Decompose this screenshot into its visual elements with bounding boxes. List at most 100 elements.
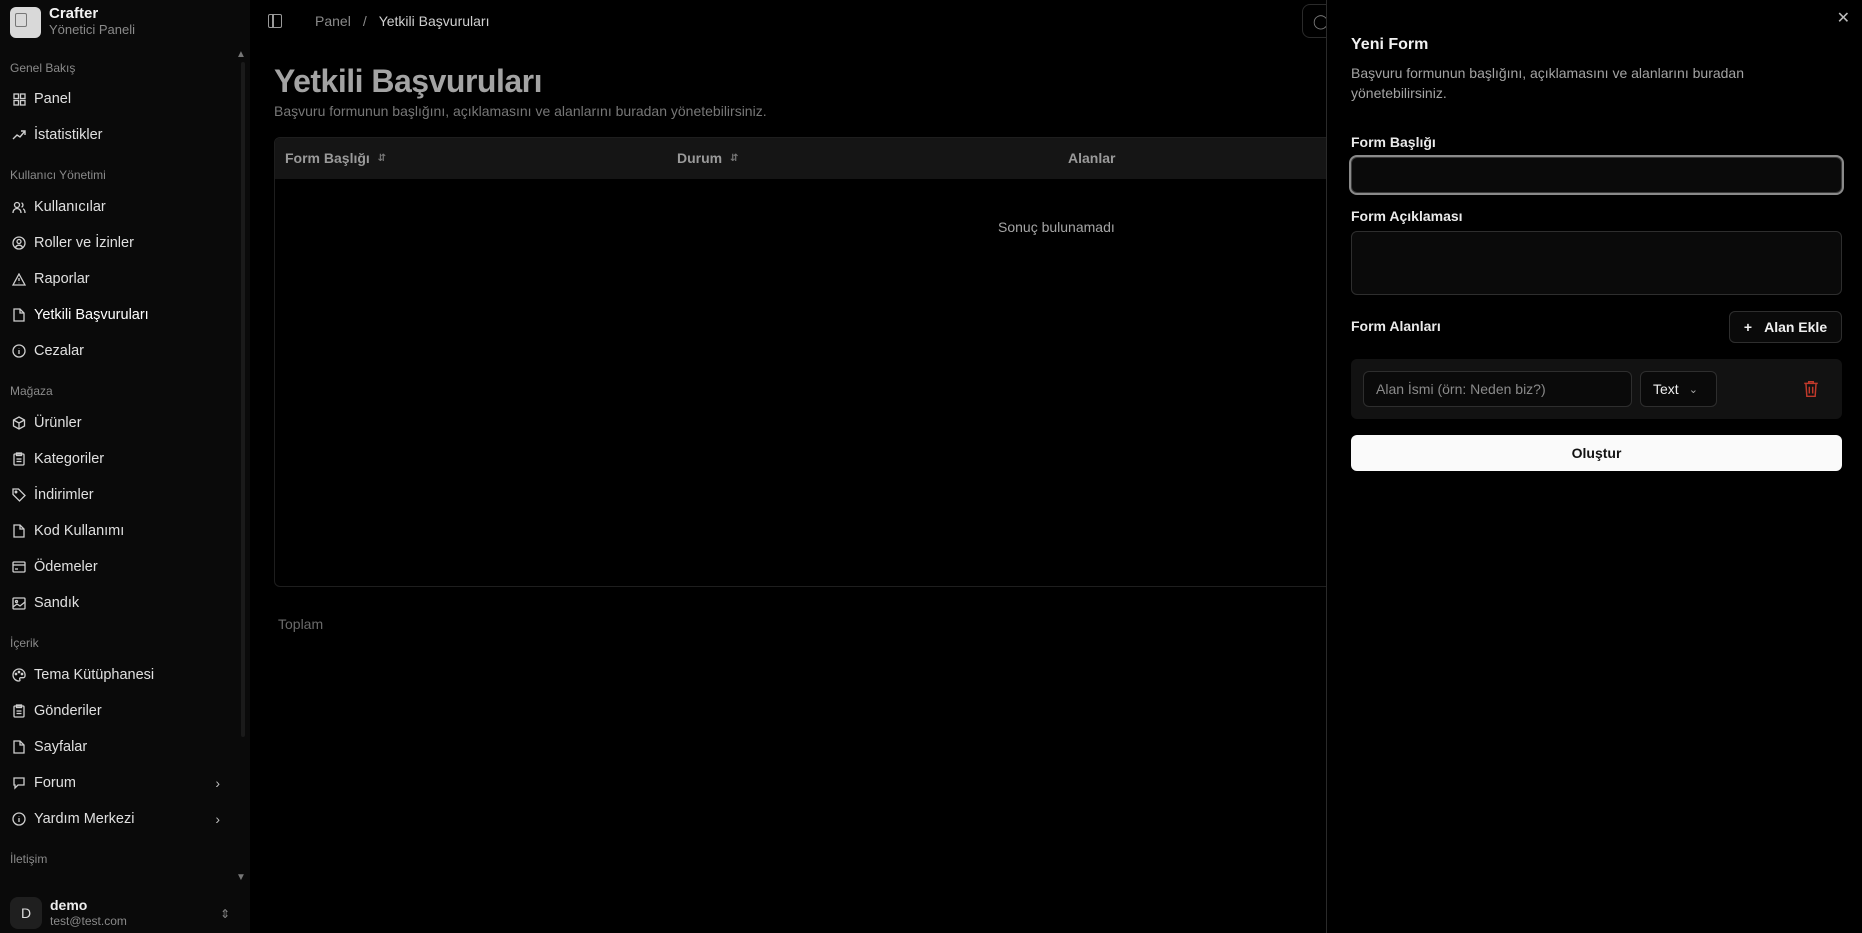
sheet-title: Yeni Form [1351, 36, 1429, 53]
sidebar-item-sandik[interactable]: Sandık [8, 588, 228, 618]
sort-icon: ⇵ [377, 152, 387, 164]
sidebar-item-sayfalar[interactable]: Sayfalar [8, 732, 228, 762]
page-title: Yetkili Başvuruları [274, 63, 542, 99]
chevron-right-icon: › [215, 811, 220, 827]
column-label: Alanlar [1068, 150, 1116, 166]
create-button[interactable]: Oluştur [1351, 435, 1842, 471]
brand-subtitle: Yönetici Paneli [49, 22, 135, 37]
chevron-down-icon[interactable]: ▼ [236, 872, 246, 883]
sidebar-item-label: Kategoriler [34, 451, 105, 467]
file-icon [12, 308, 26, 322]
breadcrumb-separator: / [362, 13, 367, 29]
section-title: İçerik [10, 636, 39, 650]
sidebar-item-urunler[interactable]: Ürünler [8, 408, 228, 438]
sidebar-item-label: İndirimler [34, 487, 94, 503]
form-description-label: Form Açıklaması [1351, 208, 1463, 224]
trend-icon [12, 128, 26, 142]
field-type-select[interactable]: Text ⌄ [1640, 371, 1717, 407]
sidebar-item-forum[interactable]: Forum › [8, 768, 228, 798]
sidebar-item-label: Ödemeler [34, 559, 98, 575]
breadcrumb: Panel / Yetkili Başvuruları [315, 13, 489, 29]
sidebar-item-label: Forum [34, 775, 76, 791]
sheet-description: Başvuru formunun başlığını, açıklamasını… [1351, 65, 1744, 101]
user-menu[interactable]: D demo test@test.com [10, 897, 127, 929]
sidebar-item-tema-kutuphanesi[interactable]: Tema Kütüphanesi [8, 660, 228, 690]
wallet-icon [12, 560, 26, 574]
form-fields-label: Form Alanları [1351, 318, 1441, 334]
file-icon [12, 524, 26, 538]
user-circle-icon [12, 236, 26, 250]
sort-icon: ⇵ [730, 152, 739, 164]
chevron-up-icon[interactable]: ▲ [236, 49, 246, 60]
new-form-sheet: ✕ Yeni Form Başvuru formunun başlığını, … [1326, 0, 1862, 933]
sidebar-item-label: Yardım Merkezi [34, 811, 135, 827]
breadcrumb-root[interactable]: Panel [315, 13, 351, 29]
field-name-input[interactable] [1363, 371, 1632, 407]
sidebar-item-odemeler[interactable]: Ödemeler [8, 552, 228, 582]
sidebar-item-label: İstatistikler [34, 127, 103, 143]
sidebar-item-label: Sandık [34, 595, 80, 611]
trash-icon[interactable] [1803, 380, 1819, 398]
sidebar-item-raporlar[interactable]: Raporlar [8, 264, 228, 294]
form-description-input[interactable] [1351, 231, 1842, 295]
form-field-row: Text ⌄ [1351, 359, 1842, 419]
sidebar-item-istatistikler[interactable]: İstatistikler [8, 120, 228, 150]
brand-logo [10, 6, 41, 38]
sidebar-scrollbar[interactable] [241, 62, 245, 737]
alert-triangle-icon [12, 272, 26, 286]
brand-name: Crafter [49, 5, 99, 22]
column-form-basligi[interactable]: Form Başlığı ⇵ [285, 150, 386, 166]
avatar: D [10, 897, 42, 929]
sidebar-item-cezalar[interactable]: Cezalar [8, 336, 228, 366]
chat-icon [12, 776, 26, 790]
sidebar-item-kullanicilar[interactable]: Kullanıcılar [8, 192, 228, 222]
sidebar-item-indirimler[interactable]: İndirimler [8, 480, 228, 510]
section-title: İletişim [10, 852, 48, 866]
clipboard-icon [12, 452, 26, 466]
breadcrumb-current: Yetkili Başvuruları [378, 13, 490, 29]
file-icon [12, 740, 26, 754]
chevrons-up-down-icon[interactable]: ⇕ [220, 907, 230, 921]
users-icon [12, 200, 26, 214]
section-title: Kullanıcı Yönetimi [10, 168, 106, 182]
sidebar-item-label: Panel [34, 91, 72, 107]
sidebar-item-label: Tema Kütüphanesi [34, 667, 155, 683]
info-icon [12, 344, 26, 358]
user-name: demo [50, 897, 88, 913]
form-title-label: Form Başlığı [1351, 134, 1436, 150]
sidebar-item-label: Kullanıcılar [34, 199, 106, 215]
add-field-button[interactable]: + Alan Ekle [1729, 311, 1842, 343]
sidebar-item-kategoriler[interactable]: Kategoriler [8, 444, 228, 474]
info-icon [12, 812, 26, 826]
sidebar-item-label: Raporlar [34, 271, 90, 287]
field-type-value: Text [1653, 381, 1679, 397]
applications-table [274, 137, 1374, 587]
sidebar: Crafter Yönetici Paneli ▲ Genel Bakış Pa… [0, 0, 250, 933]
column-durum[interactable]: Durum ⇵ [677, 150, 739, 166]
column-label: Form Başlığı [285, 150, 370, 166]
chevron-right-icon: › [215, 775, 220, 791]
close-icon[interactable]: ✕ [1837, 8, 1850, 28]
sidebar-item-yardim-merkezi[interactable]: Yardım Merkezi › [8, 804, 228, 834]
sidebar-toggle-icon[interactable] [268, 14, 282, 28]
sidebar-item-roller[interactable]: Roller ve İzinler [8, 228, 228, 258]
sidebar-item-label: Kod Kullanımı [34, 523, 125, 539]
brand[interactable]: Crafter Yönetici Paneli [10, 6, 135, 38]
sidebar-item-gonderiler[interactable]: Gönderiler [8, 696, 228, 726]
sidebar-item-kod-kullanimi[interactable]: Kod Kullanımı [8, 516, 228, 546]
palette-icon [12, 668, 26, 682]
main-content: Panel / Yetkili Başvuruları ◯ Yetkili Ba… [250, 0, 1374, 933]
sidebar-item-label: Yetkili Başvuruları [34, 307, 149, 323]
sidebar-item-label: Ürünler [34, 415, 82, 431]
tag-icon [12, 488, 26, 502]
sidebar-item-label: Gönderiler [34, 703, 102, 719]
table-header [275, 138, 1373, 179]
image-icon [12, 596, 26, 610]
sidebar-item-panel[interactable]: Panel [8, 84, 228, 114]
chevron-down-icon: ⌄ [1688, 383, 1698, 396]
plus-icon: + [1743, 319, 1753, 335]
add-field-label: Alan Ekle [1764, 319, 1828, 335]
form-title-input[interactable] [1351, 157, 1842, 193]
sidebar-item-yetkili-basvurulari[interactable]: Yetkili Başvuruları [8, 300, 228, 330]
sidebar-item-label: Cezalar [34, 343, 84, 359]
